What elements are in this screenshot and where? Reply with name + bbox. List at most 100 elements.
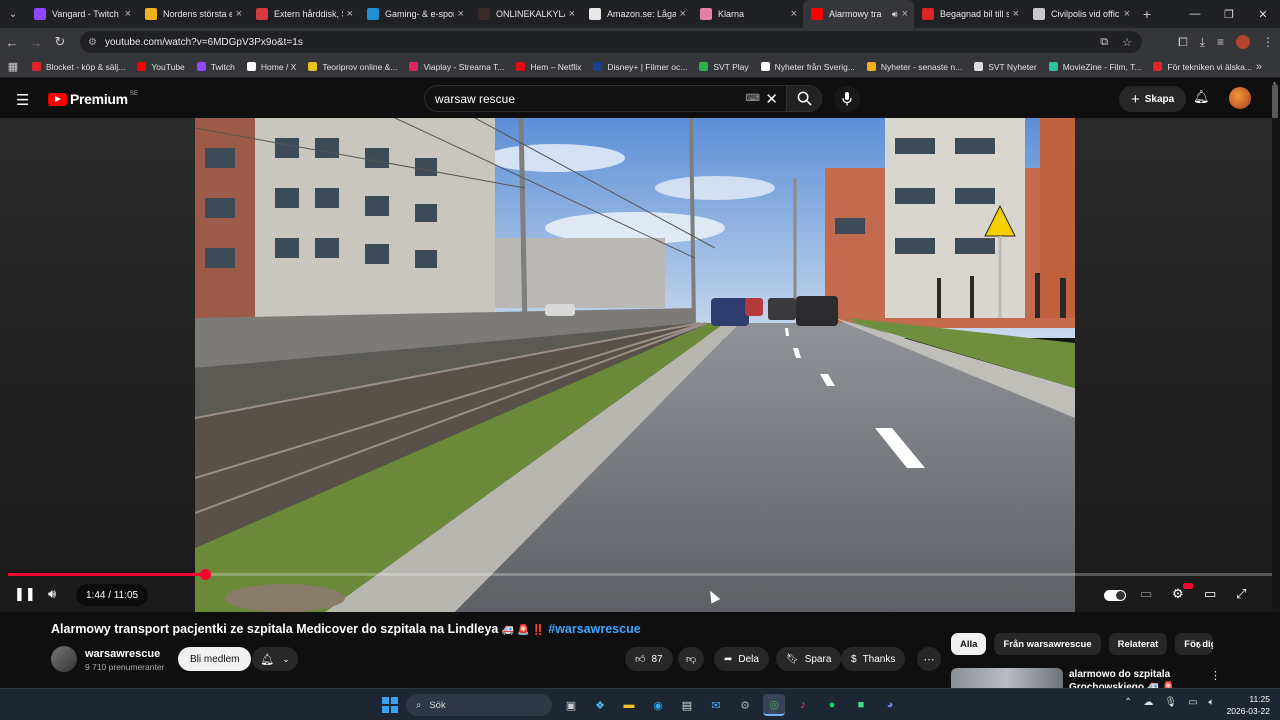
browser-tab[interactable]: Alarmowy tra 🔊︎ × — [803, 0, 914, 28]
edge-icon[interactable]: ◉ — [647, 694, 669, 716]
browser-tab[interactable]: Civilpolis vid offic × — [1025, 0, 1136, 28]
chip-all[interactable]: Alla — [951, 633, 987, 655]
video-hashtag-link[interactable]: #warsawrescue — [548, 622, 640, 636]
minimize-icon[interactable]: — — [1178, 0, 1212, 28]
subtitles-icon[interactable]: ▭ — [1140, 586, 1152, 602]
clear-search-icon[interactable]: ✕ — [765, 90, 778, 108]
search-input[interactable]: warsaw rescue ⌨ ✕ — [424, 85, 786, 112]
spotify-icon[interactable]: ● — [821, 694, 843, 716]
app-icon[interactable]: ■ — [850, 694, 872, 716]
more-actions-icon[interactable]: ⋯ — [917, 647, 941, 671]
tiktok-icon[interactable]: ♪ — [792, 694, 814, 716]
address-bar[interactable]: ⚙ youtube.com/watch?v=6MDGpV3Px9o&t=1s ⧉… — [80, 31, 1142, 53]
bookmark-item[interactable]: Nyheter från Sverig... — [755, 62, 861, 72]
video-player[interactable]: ❚❚ 🔊︎ 1:44 / 11:05 ▭ ⚙ ▭ ⤢ — [0, 118, 1280, 612]
browser-tab[interactable]: Begagnad bil till s × — [914, 0, 1025, 28]
copilot-icon[interactable]: ❖ — [589, 694, 611, 716]
bookmark-item[interactable]: YouTube — [131, 62, 190, 72]
autoplay-toggle[interactable] — [1104, 590, 1126, 601]
bookmark-item[interactable]: Disney+ | Filmer oc... — [587, 62, 693, 72]
close-tab-icon[interactable]: × — [791, 8, 797, 20]
close-tab-icon[interactable]: × — [125, 8, 131, 20]
video-frame[interactable] — [195, 118, 1075, 612]
mail-icon[interactable]: ✉ — [705, 694, 727, 716]
bookmark-item[interactable]: SVT Play — [693, 62, 754, 72]
account-avatar[interactable] — [1229, 87, 1251, 109]
close-tab-icon[interactable]: × — [680, 8, 686, 20]
fullscreen-icon[interactable]: ⤢ — [1236, 586, 1246, 602]
browser-tab[interactable]: ONLINEKALKYLAT × — [470, 0, 581, 28]
mic-tray-icon[interactable]: 🎙︎ — [1164, 697, 1177, 708]
close-tab-icon[interactable]: × — [902, 8, 908, 20]
join-button[interactable]: Bli medlem — [178, 647, 252, 671]
browser-tab[interactable]: Klarna × — [692, 0, 803, 28]
chrome-icon[interactable]: ◎ — [763, 694, 785, 716]
youtube-logo[interactable]: Premium SE — [48, 91, 138, 107]
tab-search-icon[interactable]: ⌄ — [0, 0, 26, 28]
menu-icon[interactable]: ☰ — [16, 91, 29, 109]
subscription-bell-button[interactable]: 🔔︎ ⌄ — [252, 647, 298, 671]
pause-icon[interactable]: ❚❚ — [14, 586, 36, 602]
search-button[interactable] — [786, 85, 822, 112]
chip-from-channel[interactable]: Från warsawrescue — [994, 633, 1101, 655]
browser-tab[interactable]: Gaming- & e-spor × — [359, 0, 470, 28]
profile-avatar[interactable] — [1236, 35, 1250, 49]
taskbar-search[interactable]: ⌕ Sök — [406, 694, 552, 716]
thanks-button[interactable]: $ Thanks — [841, 647, 906, 671]
close-tab-icon[interactable]: × — [458, 8, 464, 20]
voice-search-button[interactable] — [834, 86, 860, 112]
store-icon[interactable]: ▤ — [676, 694, 698, 716]
tray-expand-icon[interactable]: ⌃ — [1124, 697, 1132, 708]
bookmark-item[interactable]: MovieZine - Film, T... — [1043, 62, 1148, 72]
close-tab-icon[interactable]: × — [236, 8, 242, 20]
network-icon[interactable]: ▭ — [1188, 697, 1197, 708]
recommended-title[interactable]: alarmowo do szpitala Grochowskiego 🚑 🚨 ‼… — [1069, 668, 1189, 688]
save-button[interactable]: 🔖︎ Spara — [776, 647, 842, 671]
like-button[interactable]: 👍︎ 87 — [625, 647, 673, 671]
apps-grid-icon[interactable]: ▦ — [0, 60, 26, 73]
bookmark-item[interactable]: Teoriprov online &... — [302, 62, 403, 72]
file-explorer-icon[interactable]: ▬ — [618, 694, 640, 716]
browser-tab[interactable]: Amazon.se: Låga p × — [581, 0, 692, 28]
reload-icon[interactable]: ↻ — [48, 34, 72, 50]
chip-for-you[interactable]: För dig — [1175, 633, 1214, 655]
install-app-icon[interactable]: ⧉ — [1100, 36, 1108, 49]
back-icon[interactable]: ← — [0, 35, 24, 50]
browser-tab[interactable]: Vangard - Twitch × — [26, 0, 137, 28]
task-view-icon[interactable]: ▣ — [560, 694, 582, 716]
download-icon[interactable]: ⤓ — [1200, 35, 1205, 50]
close-tab-icon[interactable]: × — [569, 8, 575, 20]
share-button[interactable]: ➦ Dela — [714, 647, 769, 671]
keyboard-icon[interactable]: ⌨ — [746, 93, 760, 104]
close-tab-icon[interactable]: × — [1013, 8, 1019, 20]
bookmark-star-icon[interactable]: ☆ — [1122, 36, 1132, 49]
bookmark-item[interactable]: Nyheter - senaste n... — [861, 62, 968, 72]
bookmark-item[interactable]: För tekniken vi älska... — [1147, 62, 1258, 72]
new-tab-button[interactable]: + — [1136, 6, 1158, 22]
discord-icon[interactable]: ◕ — [879, 694, 901, 716]
tab-audio-icon[interactable]: 🔊︎ — [892, 9, 898, 20]
steam-icon[interactable]: ⚙ — [734, 694, 756, 716]
cloud-icon[interactable]: ☁ — [1143, 697, 1153, 708]
recommended-thumbnail[interactable] — [951, 668, 1063, 688]
bookmark-item[interactable]: Blocket - köp & sälj... — [26, 62, 131, 72]
site-info-icon[interactable]: ⚙ — [88, 37, 97, 48]
media-controls-icon[interactable]: ≡ — [1217, 35, 1224, 49]
restore-icon[interactable]: ❐ — [1212, 0, 1246, 28]
forward-icon[interactable]: → — [24, 35, 48, 50]
chip-related[interactable]: Relaterat — [1108, 633, 1168, 655]
bookmark-item[interactable]: Viaplay - Streama T... — [403, 62, 510, 72]
bookmark-item[interactable]: Hem – Netflix — [510, 62, 587, 72]
close-tab-icon[interactable]: × — [1124, 8, 1130, 20]
settings-gear-icon[interactable]: ⚙ — [1172, 586, 1184, 602]
browser-tab[interactable]: Nordens största e × — [137, 0, 248, 28]
bookmark-item[interactable]: SVT Nyheter — [968, 62, 1043, 72]
recommended-menu-icon[interactable]: ⋮ — [1210, 669, 1221, 682]
close-tab-icon[interactable]: × — [347, 8, 353, 20]
theater-mode-icon[interactable]: ▭ — [1204, 586, 1216, 602]
bookmark-item[interactable]: Home / X — [241, 62, 302, 72]
more-bookmarks-icon[interactable]: » — [1256, 61, 1262, 73]
progress-bar[interactable] — [8, 569, 1272, 580]
speaker-icon[interactable]: 🔈︎ — [1209, 697, 1215, 708]
start-menu-icon[interactable] — [382, 697, 398, 713]
